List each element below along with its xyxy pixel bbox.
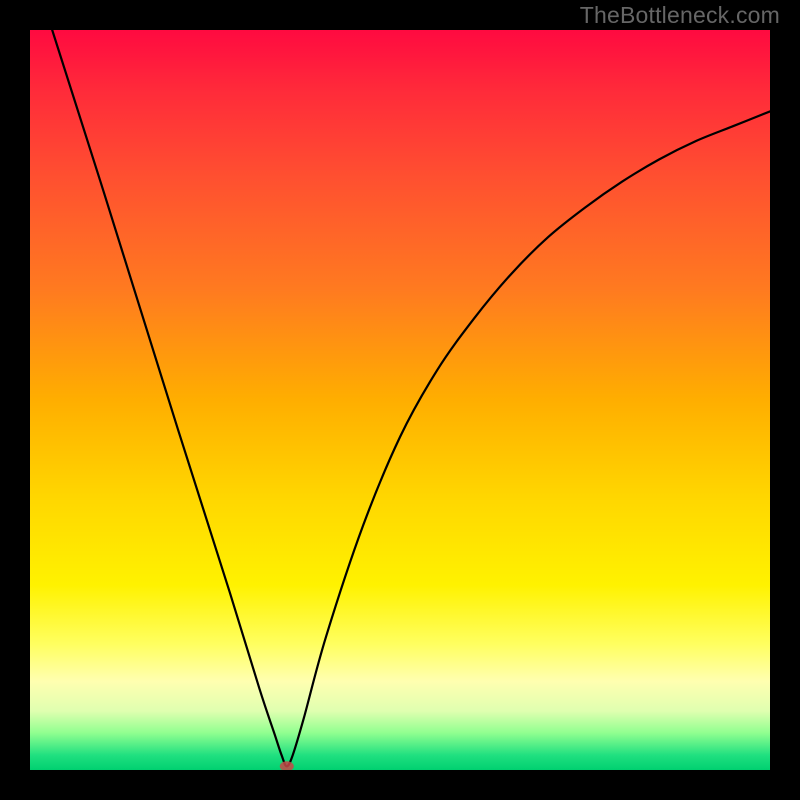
- plot-area: [30, 30, 770, 770]
- optimal-point-marker: [280, 761, 294, 770]
- bottleneck-curve: [52, 30, 770, 766]
- chart-container: TheBottleneck.com: [0, 0, 800, 800]
- plot-svg: [30, 30, 770, 770]
- watermark-text: TheBottleneck.com: [580, 2, 780, 29]
